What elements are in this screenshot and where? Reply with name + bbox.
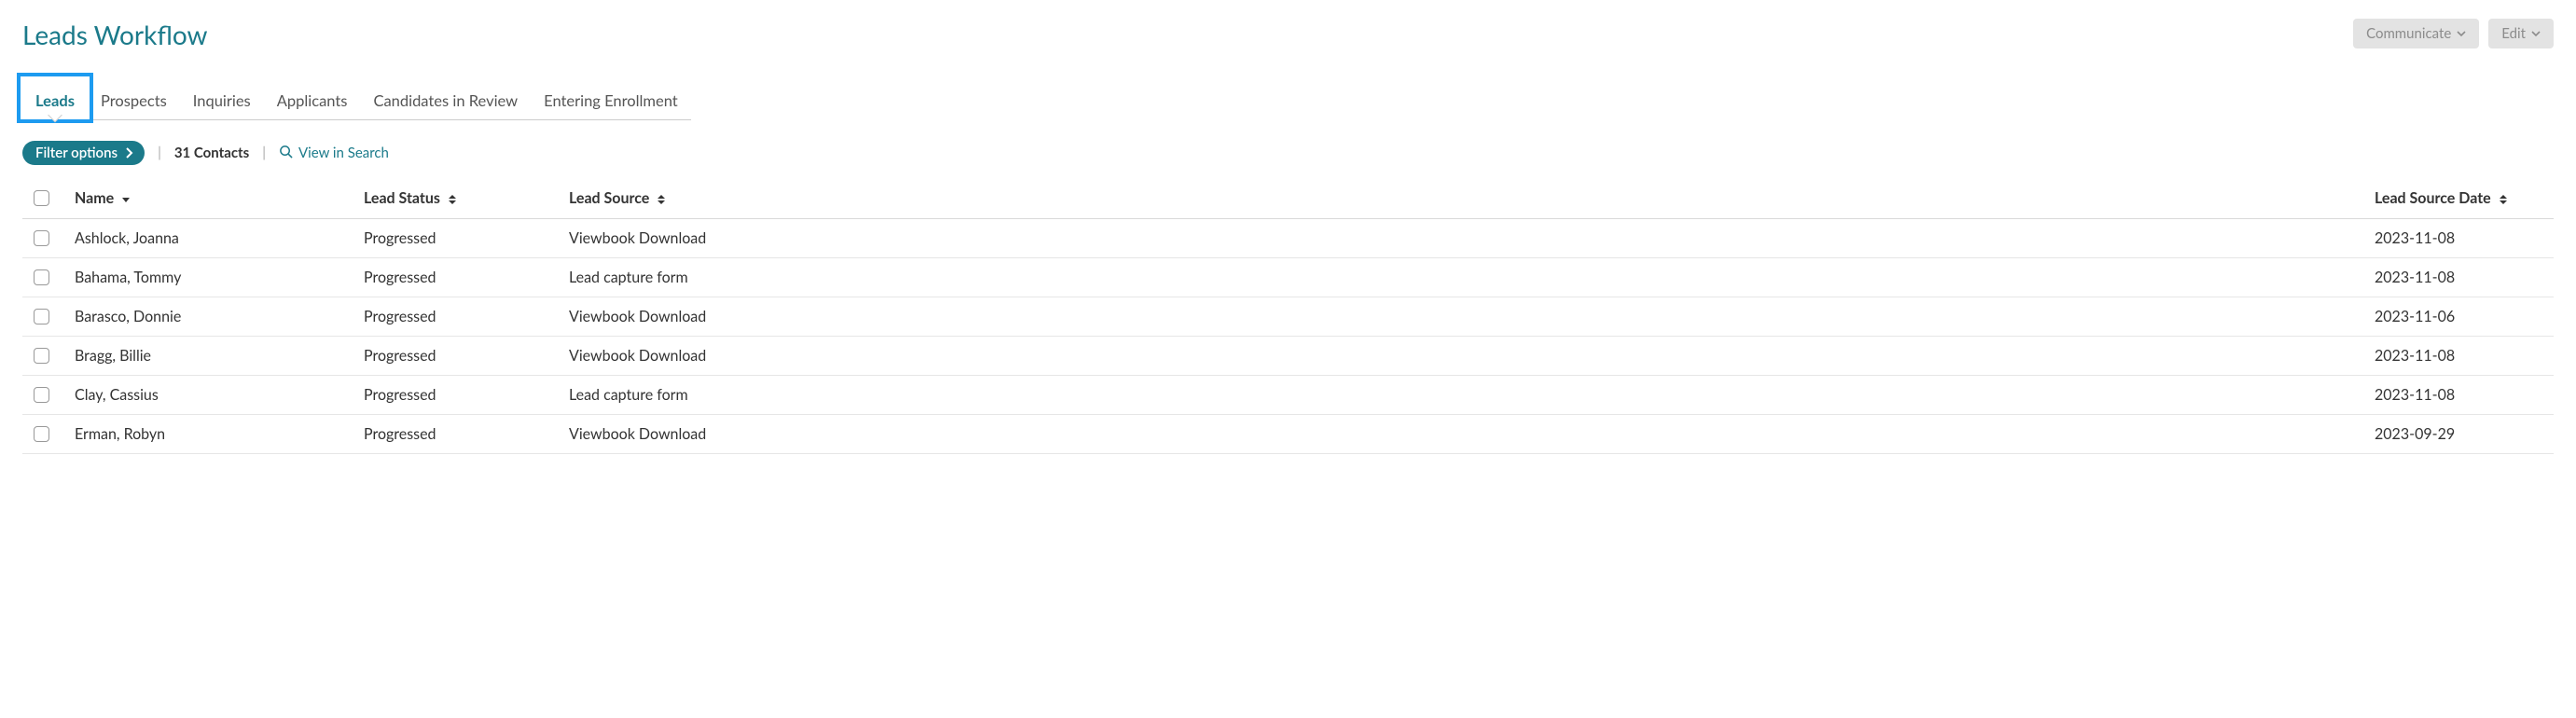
tab-entering-enrollment[interactable]: Entering Enrollment bbox=[531, 84, 691, 119]
contacts-count: 31 Contacts bbox=[174, 145, 249, 161]
column-label: Lead Source bbox=[569, 189, 649, 207]
divider: | bbox=[262, 145, 266, 161]
communicate-label: Communicate bbox=[2366, 25, 2451, 42]
cell-lead-status: Progressed bbox=[356, 415, 561, 454]
filter-bar: Filter options | 31 Contacts | View in S… bbox=[22, 141, 2554, 165]
chevron-down-icon bbox=[2531, 29, 2541, 38]
edit-button[interactable]: Edit bbox=[2488, 19, 2554, 48]
cell-lead-source-date: 2023-11-08 bbox=[2367, 258, 2554, 297]
view-in-search-link[interactable]: View in Search bbox=[279, 145, 389, 162]
cell-lead-source-date: 2023-11-08 bbox=[2367, 337, 2554, 376]
row-checkbox[interactable] bbox=[34, 387, 49, 403]
cell-lead-source-date: 2023-09-29 bbox=[2367, 415, 2554, 454]
communicate-button[interactable]: Communicate bbox=[2353, 19, 2479, 48]
tab-label: Applicants bbox=[277, 91, 348, 110]
filter-options-label: Filter options bbox=[35, 145, 118, 161]
cell-lead-source-date: 2023-11-08 bbox=[2367, 376, 2554, 415]
sort-icon bbox=[2499, 194, 2508, 205]
cell-name[interactable]: Barasco, Donnie bbox=[67, 297, 356, 337]
column-header-name[interactable]: Name bbox=[67, 182, 356, 219]
tab-label: Entering Enrollment bbox=[544, 91, 678, 110]
cell-lead-source: Viewbook Download bbox=[561, 219, 2367, 258]
column-header-lead-source-date[interactable]: Lead Source Date bbox=[2367, 182, 2554, 219]
edit-label: Edit bbox=[2501, 25, 2526, 42]
column-header-lead-source[interactable]: Lead Source bbox=[561, 182, 2367, 219]
column-label: Lead Source Date bbox=[2375, 189, 2491, 207]
chevron-down-icon bbox=[2457, 29, 2466, 38]
view-in-search-label: View in Search bbox=[298, 145, 389, 161]
cell-name[interactable]: Bahama, Tommy bbox=[67, 258, 356, 297]
row-checkbox[interactable] bbox=[34, 309, 49, 324]
sort-desc-icon bbox=[121, 195, 131, 204]
cell-lead-source: Lead capture form bbox=[561, 258, 2367, 297]
table-row: Bahama, TommyProgressedLead capture form… bbox=[22, 258, 2554, 297]
table-row: Clay, CassiusProgressedLead capture form… bbox=[22, 376, 2554, 415]
header-actions: Communicate Edit bbox=[2353, 19, 2554, 48]
cell-lead-source: Viewbook Download bbox=[561, 415, 2367, 454]
divider: | bbox=[158, 145, 161, 161]
chevron-right-icon bbox=[125, 147, 133, 159]
filter-options-button[interactable]: Filter options bbox=[22, 141, 145, 165]
tab-label: Prospects bbox=[101, 91, 167, 110]
search-icon bbox=[279, 145, 293, 162]
tab-prospects[interactable]: Prospects bbox=[88, 84, 180, 119]
select-all-header bbox=[22, 182, 67, 219]
table-row: Barasco, DonnieProgressedViewbook Downlo… bbox=[22, 297, 2554, 337]
tab-applicants[interactable]: Applicants bbox=[264, 84, 361, 119]
column-header-lead-status[interactable]: Lead Status bbox=[356, 182, 561, 219]
select-all-checkbox[interactable] bbox=[34, 190, 49, 206]
leads-table: Name Lead Status Lead Source Lead Source… bbox=[22, 182, 2554, 454]
sort-icon bbox=[657, 194, 666, 205]
column-label: Lead Status bbox=[364, 189, 440, 207]
sort-icon bbox=[448, 194, 457, 205]
cell-lead-source: Lead capture form bbox=[561, 376, 2367, 415]
tab-label: Inquiries bbox=[193, 91, 251, 110]
cell-name[interactable]: Clay, Cassius bbox=[67, 376, 356, 415]
tab-label: Candidates in Review bbox=[373, 91, 518, 110]
row-checkbox[interactable] bbox=[34, 348, 49, 364]
table-row: Bragg, BillieProgressedViewbook Download… bbox=[22, 337, 2554, 376]
cell-name[interactable]: Bragg, Billie bbox=[67, 337, 356, 376]
row-checkbox[interactable] bbox=[34, 230, 49, 246]
cell-name[interactable]: Erman, Robyn bbox=[67, 415, 356, 454]
tabs: Leads Prospects Inquiries Applicants Can… bbox=[22, 84, 691, 120]
tab-leads[interactable]: Leads bbox=[22, 84, 88, 119]
page-title: Leads Workflow bbox=[22, 19, 208, 50]
table-header-row: Name Lead Status Lead Source Lead Source… bbox=[22, 182, 2554, 219]
tab-label: Leads bbox=[35, 91, 75, 110]
tab-inquiries[interactable]: Inquiries bbox=[180, 84, 264, 119]
tab-candidates-review[interactable]: Candidates in Review bbox=[360, 84, 531, 119]
cell-lead-status: Progressed bbox=[356, 376, 561, 415]
table-row: Erman, RobynProgressedViewbook Download2… bbox=[22, 415, 2554, 454]
cell-lead-source: Viewbook Download bbox=[561, 297, 2367, 337]
row-checkbox[interactable] bbox=[34, 269, 49, 285]
cell-lead-status: Progressed bbox=[356, 258, 561, 297]
cell-lead-status: Progressed bbox=[356, 297, 561, 337]
cell-name[interactable]: Ashlock, Joanna bbox=[67, 219, 356, 258]
cell-lead-status: Progressed bbox=[356, 219, 561, 258]
cell-lead-status: Progressed bbox=[356, 337, 561, 376]
cell-lead-source: Viewbook Download bbox=[561, 337, 2367, 376]
table-row: Ashlock, JoannaProgressedViewbook Downlo… bbox=[22, 219, 2554, 258]
row-checkbox[interactable] bbox=[34, 426, 49, 442]
column-label: Name bbox=[75, 189, 114, 207]
cell-lead-source-date: 2023-11-08 bbox=[2367, 219, 2554, 258]
cell-lead-source-date: 2023-11-06 bbox=[2367, 297, 2554, 337]
